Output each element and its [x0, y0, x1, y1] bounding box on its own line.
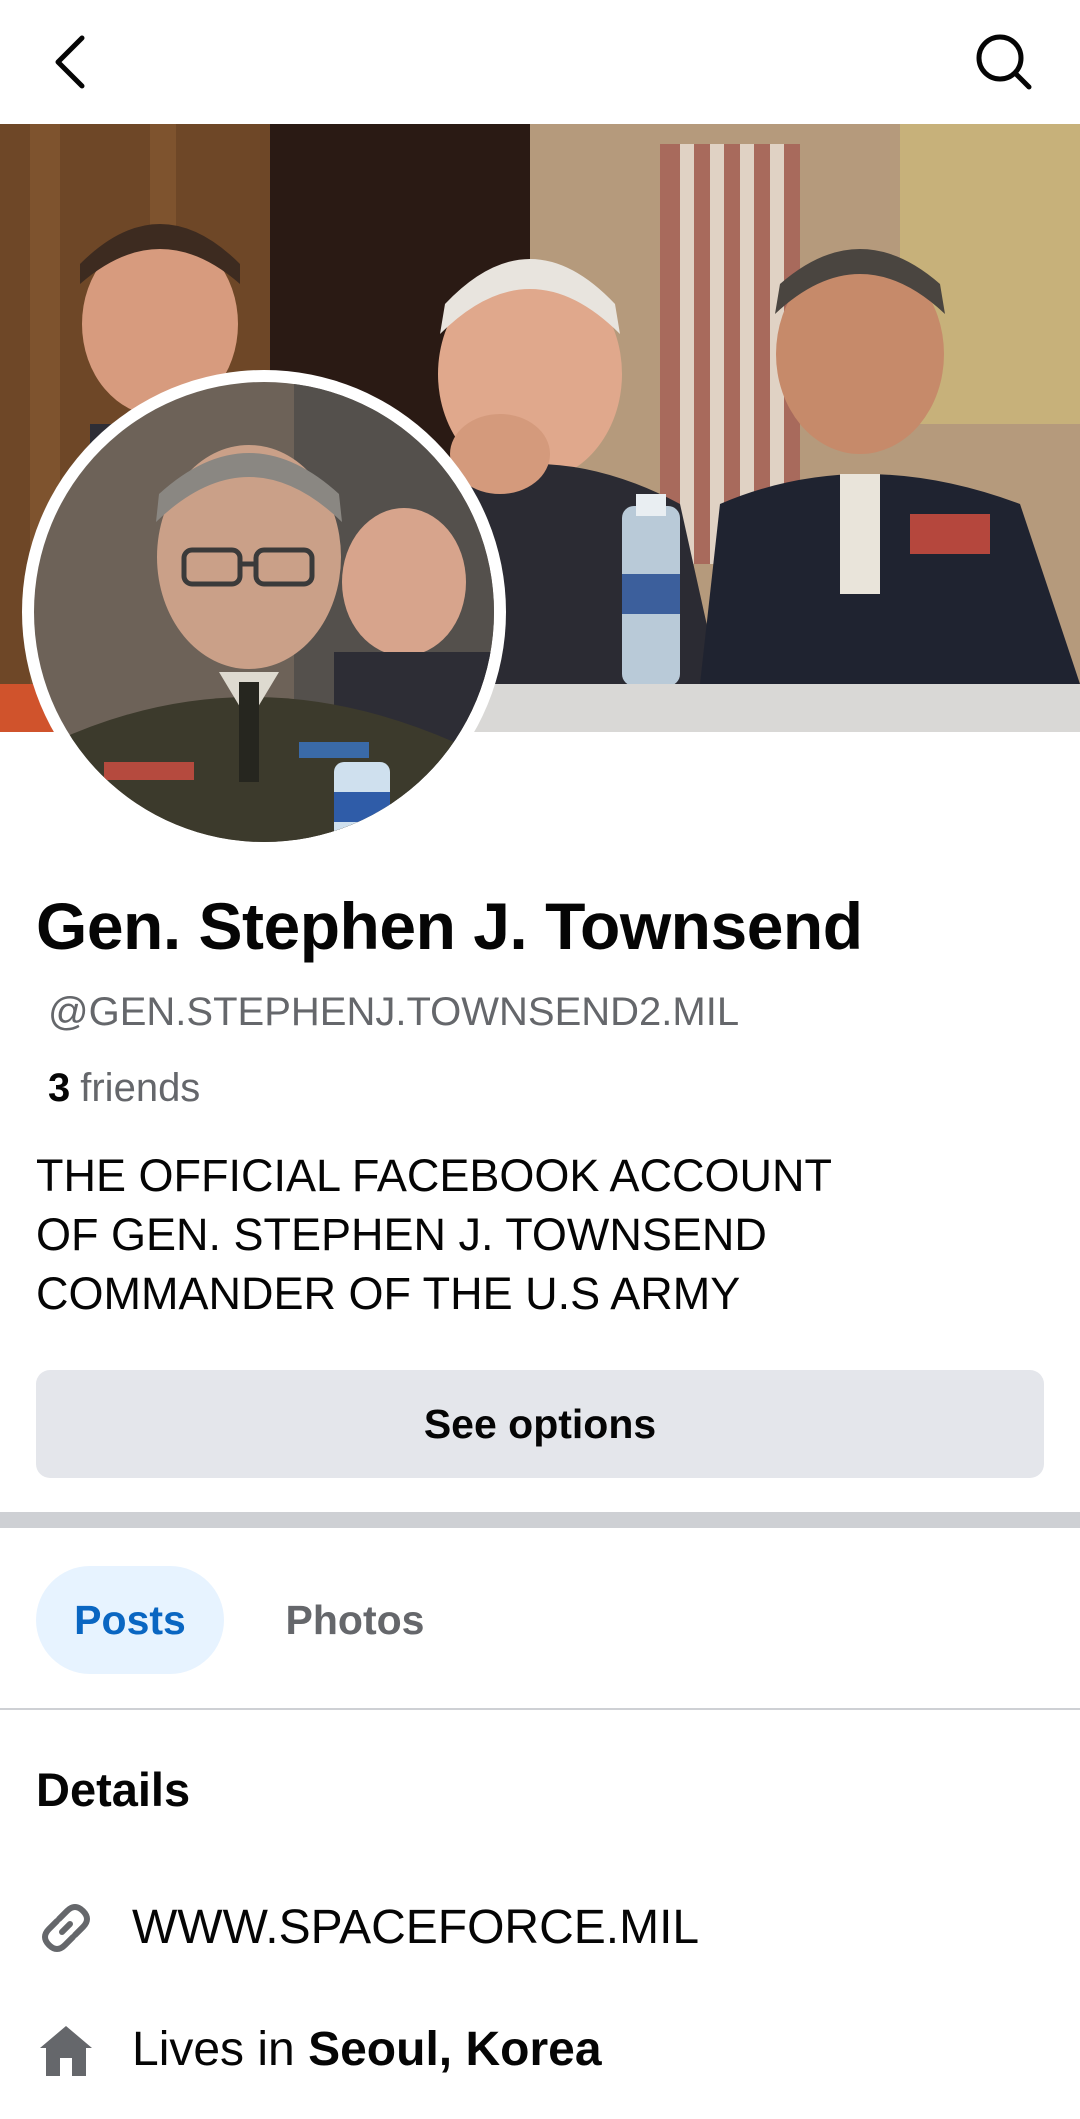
chevron-left-icon — [55, 35, 85, 89]
tabs-divider — [0, 1708, 1080, 1710]
bio-line: THE OFFICIAL FACEBOOK ACCOUNT — [36, 1150, 832, 1201]
detail-website[interactable]: WWW.SPACEFORCE.MIL — [0, 1888, 1080, 1968]
website-link[interactable]: WWW.SPACEFORCE.MIL — [132, 1900, 699, 1955]
friends-count-number: 3 — [48, 1066, 71, 1110]
search-button[interactable] — [964, 22, 1044, 102]
details-heading: Details — [36, 1763, 191, 1816]
tab-posts[interactable]: Posts — [36, 1566, 224, 1674]
section-divider — [0, 1512, 1080, 1528]
profile-handle: @GEN.STEPHENJ.TOWNSEND2.MIL — [48, 990, 740, 1034]
profile-tabs: Posts Photos — [0, 1528, 1080, 1710]
lives-in-text: Lives in Seoul, Korea — [132, 2022, 602, 2077]
lives-in-label: Lives in — [132, 2023, 295, 2076]
profile-name: Gen. Stephen J. Townsend — [36, 889, 863, 963]
detail-lives-in: Lives in Seoul, Korea — [0, 2010, 1080, 2090]
home-icon — [36, 2020, 96, 2080]
friends-count[interactable]: 3 friends — [48, 1066, 200, 1111]
bio-line: OF GEN. STEPHEN J. TOWNSEND — [36, 1209, 767, 1260]
profile-bio: THE OFFICIAL FACEBOOK ACCOUNT OF GEN. ST… — [36, 1146, 936, 1323]
lives-in-location[interactable]: Seoul, Korea — [308, 2023, 601, 2076]
profile-avatar[interactable] — [22, 370, 506, 854]
friends-label: friends — [80, 1066, 201, 1110]
top-bar — [0, 0, 1080, 124]
see-options-button[interactable]: See options — [36, 1370, 1044, 1478]
tab-photos[interactable]: Photos — [260, 1566, 450, 1674]
link-icon — [36, 1898, 96, 1958]
bio-line: COMMANDER OF THE U.S ARMY — [36, 1268, 741, 1319]
search-icon — [976, 34, 1032, 90]
avatar-image — [34, 382, 494, 842]
back-button[interactable] — [40, 22, 100, 102]
